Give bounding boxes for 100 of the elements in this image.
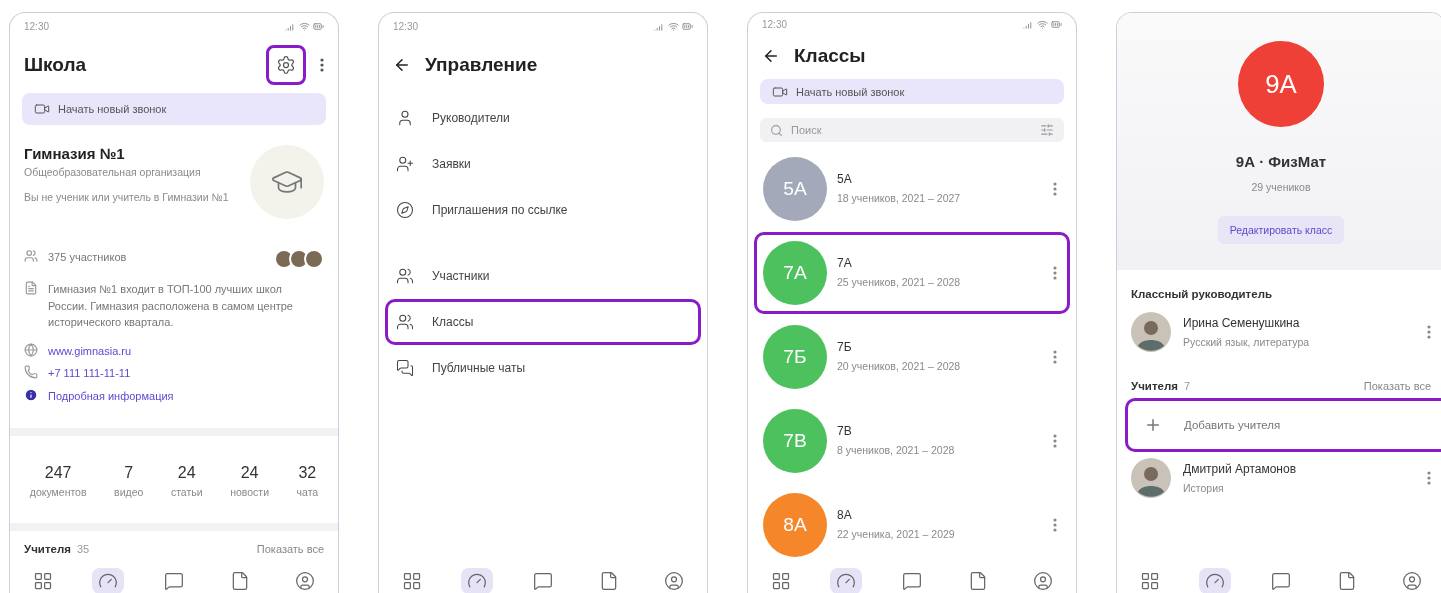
more-icon[interactable] xyxy=(1053,266,1057,280)
class-avatar: 5А xyxy=(763,157,827,221)
stat-label: документов xyxy=(29,485,87,500)
person-name: Дмитрий Артамонов xyxy=(1183,461,1298,476)
more-icon[interactable] xyxy=(1427,325,1431,340)
class-info: 22 ученика, 2021 – 2029 xyxy=(837,527,956,542)
stat-value: 247 xyxy=(44,464,72,482)
more-icon[interactable] xyxy=(1427,471,1431,486)
more-icon[interactable] xyxy=(1053,518,1057,532)
class-name: 7В xyxy=(837,424,853,439)
member-count: 375 участников xyxy=(48,250,128,265)
stat-value: 7 xyxy=(124,464,134,482)
person-subject: Русский язык, литература xyxy=(1183,334,1311,349)
person-icon xyxy=(396,109,414,127)
more-icon[interactable] xyxy=(1053,434,1057,448)
details-link[interactable]: Подробная информация xyxy=(48,387,324,404)
stat-label: чата xyxy=(296,485,319,500)
menu-item[interactable]: Публичные чаты xyxy=(385,345,701,391)
more-icon[interactable] xyxy=(1053,182,1057,196)
status-time: 12:30 xyxy=(762,18,788,30)
class-title: 9А · ФизМат xyxy=(1235,153,1327,170)
grid-icon xyxy=(770,571,791,591)
screen-title: Школа xyxy=(24,54,88,76)
class-info: 25 учеников, 2021 – 2028 xyxy=(837,275,962,290)
menu-item[interactable]: Приглашения по ссылке xyxy=(385,187,701,233)
search-field[interactable]: Поиск xyxy=(789,123,1034,138)
section-title: Учителя xyxy=(24,543,71,556)
student-count: 29 учеников xyxy=(1251,180,1311,195)
video-icon xyxy=(34,101,50,117)
website-link[interactable]: www.gimnasia.ru xyxy=(48,342,324,359)
stat-label: видео xyxy=(114,485,144,500)
more-icon xyxy=(320,58,324,72)
wifi-icon xyxy=(299,20,310,32)
search-icon xyxy=(770,123,783,137)
menu-item[interactable]: Заявки xyxy=(385,141,701,187)
description: Гимназия №1 входит в ТОП-100 лучших школ России. Гимназия расположена в самом центре исторического квартала. xyxy=(48,282,294,330)
class-name: 8А xyxy=(837,508,853,523)
stat-label: новости xyxy=(230,485,269,500)
back-icon[interactable] xyxy=(393,56,411,74)
battery-icon xyxy=(1051,18,1062,30)
class-row[interactable]: 7Б 7Б 20 учеников, 2021 – 2028 xyxy=(754,316,1070,398)
class-row[interactable]: 5А 5А 18 учеников, 2021 – 2027 xyxy=(754,148,1070,230)
phone-icon xyxy=(24,365,38,379)
menu-item[interactable]: Классы xyxy=(385,299,701,345)
nav-tab[interactable] xyxy=(461,568,494,593)
stat-label: статьи xyxy=(170,485,203,500)
chat-icon xyxy=(1271,571,1291,591)
profile-icon xyxy=(295,571,316,591)
class-name: 7Б xyxy=(837,340,853,355)
chat-icon xyxy=(533,571,553,591)
nav-tab[interactable] xyxy=(92,568,125,593)
stat-value: 32 xyxy=(298,464,317,482)
org-name: Гимназия №1 xyxy=(24,145,126,162)
profile-icon xyxy=(664,571,685,591)
menu-item[interactable]: Участники xyxy=(385,253,701,299)
class-avatar: 8А xyxy=(763,493,827,557)
class-info: 20 учеников, 2021 – 2028 xyxy=(837,359,962,374)
teacher-count: 35 xyxy=(76,543,91,556)
stat-value: 24 xyxy=(240,464,259,482)
class-info: 18 учеников, 2021 – 2027 xyxy=(837,191,962,206)
grid-icon xyxy=(1139,571,1160,591)
screen-title: Классы xyxy=(794,45,867,68)
show-all-link[interactable]: Показать все xyxy=(1363,380,1431,393)
person-subject: История xyxy=(1183,480,1225,495)
call-banner[interactable]: Начать новый звонок xyxy=(22,93,326,125)
org-type: Общеобразовательная организация xyxy=(24,165,202,180)
nav-tab[interactable] xyxy=(830,568,863,593)
screen-title: Управление xyxy=(425,54,539,76)
filter-icon xyxy=(1040,123,1054,138)
menu-item[interactable]: Руководители xyxy=(385,95,701,141)
status-time: 12:30 xyxy=(393,20,419,32)
profile-icon xyxy=(1033,571,1054,591)
stat-value: 24 xyxy=(177,464,196,482)
show-all-link[interactable]: Показать все xyxy=(256,543,324,556)
avatar xyxy=(1131,458,1171,499)
class-row[interactable]: 8А 8А 22 ученика, 2021 – 2029 xyxy=(754,484,1070,566)
chats-icon xyxy=(396,359,414,377)
more-icon[interactable] xyxy=(1053,350,1057,364)
chat-icon xyxy=(902,571,922,591)
edit-class-button[interactable]: Редактировать класс xyxy=(1217,216,1345,245)
wifi-icon xyxy=(668,20,679,32)
grid-icon xyxy=(401,571,422,591)
settings-button[interactable] xyxy=(266,45,306,85)
compass-icon xyxy=(396,201,414,219)
settings-icon xyxy=(276,55,296,75)
class-row[interactable]: 7В 7В 8 учеников, 2021 – 2028 xyxy=(754,400,1070,482)
nav-tab[interactable] xyxy=(1199,568,1232,593)
class-info: 8 учеников, 2021 – 2028 xyxy=(837,443,956,458)
call-banner[interactable]: Начать новый звонок xyxy=(760,79,1064,105)
add-person-icon xyxy=(396,155,414,173)
globe-icon xyxy=(24,342,38,357)
class-row[interactable]: 7А 7А 25 учеников, 2021 – 2028 xyxy=(754,232,1070,314)
add-teacher-button[interactable]: Добавить учителя xyxy=(1125,398,1441,453)
teacher-count: 7 xyxy=(1183,380,1192,393)
avatar xyxy=(1131,312,1171,353)
search-bar[interactable]: Поиск xyxy=(760,118,1064,142)
class-avatar: 9А xyxy=(1238,41,1324,127)
grid-icon xyxy=(32,571,53,591)
phone-link[interactable]: +7 111 111-11-11 xyxy=(48,365,324,382)
more-button[interactable] xyxy=(320,58,324,72)
